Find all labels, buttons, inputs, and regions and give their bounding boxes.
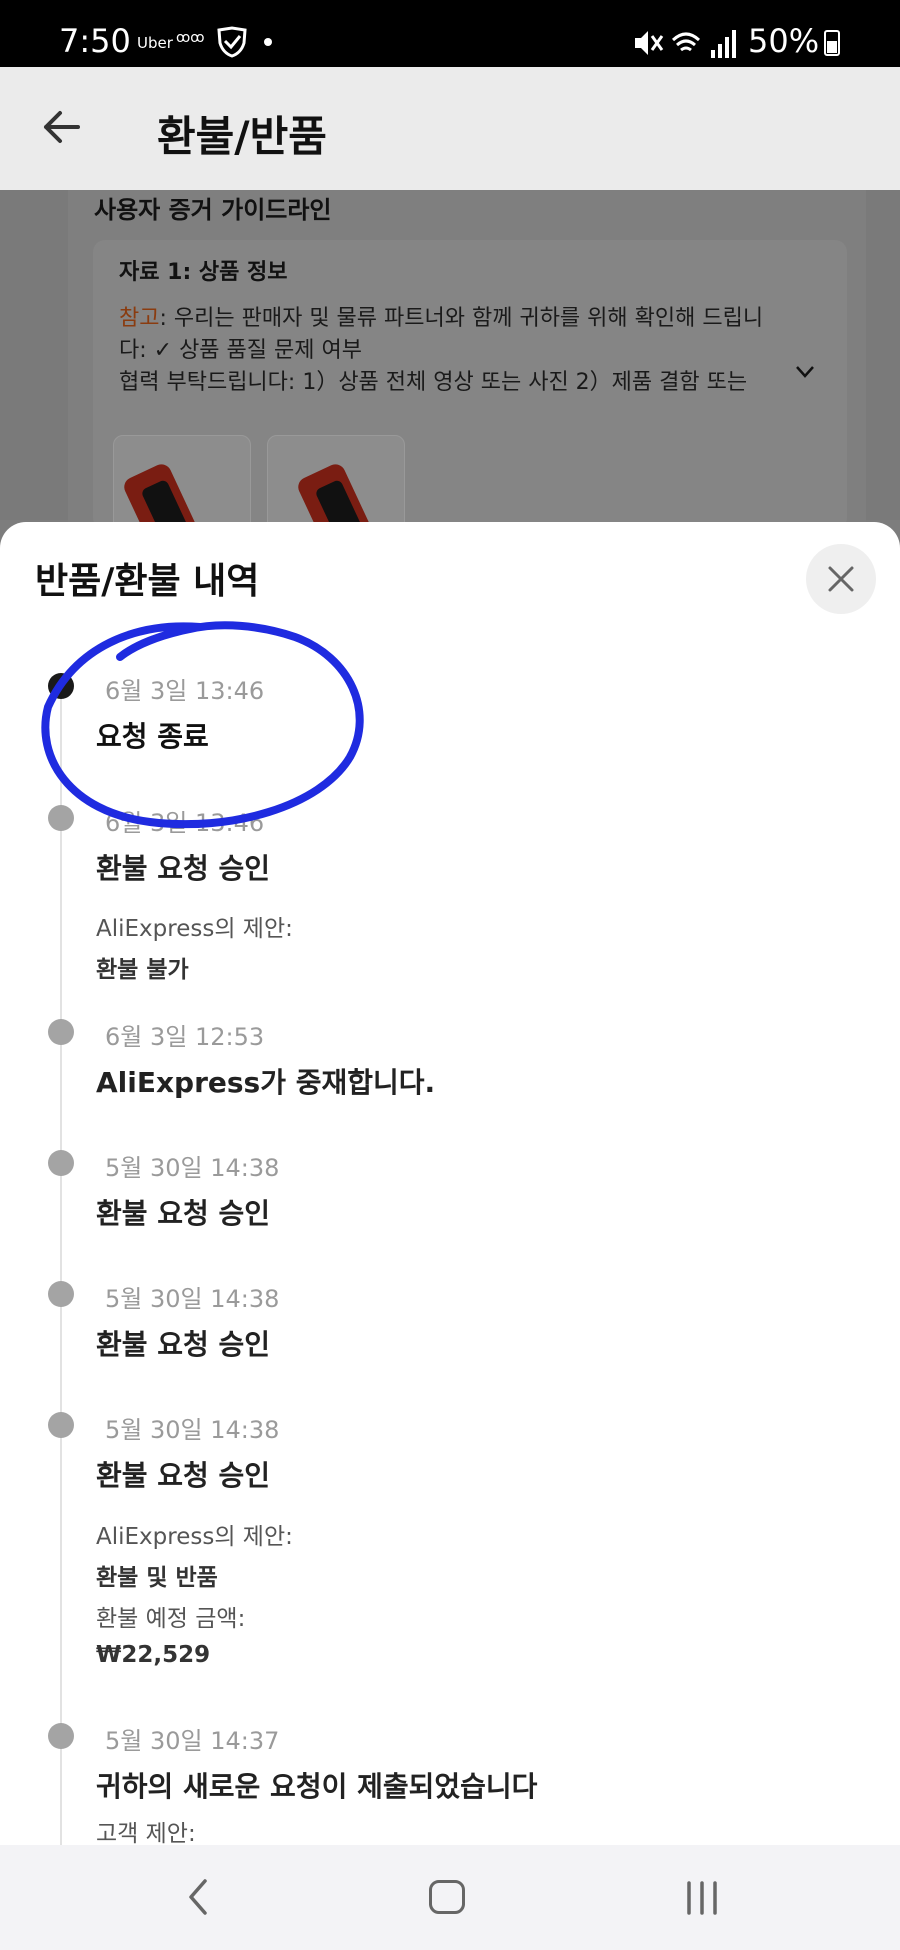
timeline-dot <box>48 1281 74 1307</box>
close-button[interactable] <box>806 544 876 614</box>
sheet-title: 반품/환불 내역 <box>35 561 260 602</box>
wifi-icon <box>671 32 701 52</box>
mute-icon <box>635 31 664 55</box>
shield-check-icon <box>215 26 249 62</box>
event-title: 환불 요청 승인 <box>96 1328 271 1361</box>
chevron-down-icon[interactable] <box>795 360 815 385</box>
nav-back-icon[interactable] <box>183 1877 213 1921</box>
timeline-dot <box>48 1150 74 1176</box>
battery-percent: 50% <box>748 22 820 60</box>
close-icon <box>828 566 854 592</box>
event-date: 5월 30일 14:38 <box>105 1416 280 1444</box>
signal-icon <box>711 30 736 58</box>
note-line-1: 참고: 우리는 판매자 및 물류 파트너와 함께 귀하를 위해 확인해 드립니 <box>119 300 763 332</box>
event-amount-value: ₩22,529 <box>96 1642 211 1668</box>
back-arrow-icon[interactable] <box>40 105 84 153</box>
system-nav-bar <box>0 1845 900 1950</box>
status-bar: 7:50 Uber ꝏꝏ 50% <box>0 0 900 67</box>
event-proposal-value: 환불 및 반품 <box>96 1565 218 1591</box>
evidence-guideline-heading: 사용자 증거 가이드라인 <box>94 196 332 224</box>
event-date: 5월 30일 14:37 <box>105 1727 280 1755</box>
battery-icon <box>824 30 840 56</box>
event-proposal-label: AliExpress의 제안: <box>96 1524 293 1550</box>
nav-home-icon[interactable] <box>429 1880 465 1914</box>
note-text-1: : 우리는 판매자 및 물류 파트너와 함께 귀하를 위해 확인해 드립니 <box>159 306 764 331</box>
refund-history-sheet: 반품/환불 내역 6월 3일 13:46 요청 종료 6월 3일 13:46 환… <box>0 522 900 1845</box>
timeline-dot <box>48 1019 74 1045</box>
event-date: 5월 30일 14:38 <box>105 1154 280 1182</box>
nav-recents-icon[interactable] <box>684 1880 720 1920</box>
product-info-title: 자료 1: 상품 정보 <box>119 260 288 285</box>
background-page: 사용자 증거 가이드라인 자료 1: 상품 정보 참고: 우리는 판매자 및 물… <box>0 190 900 577</box>
event-proposal-label: AliExpress의 제안: <box>96 916 293 942</box>
event-title: 귀하의 새로운 요청이 제출되었습니다 <box>96 1770 538 1803</box>
page-title: 환불/반품 <box>157 112 327 161</box>
note-label: 참고 <box>119 306 160 331</box>
event-date: 6월 3일 12:53 <box>105 1023 265 1051</box>
app-header: 환불/반품 <box>0 67 900 190</box>
event-title: 환불 요청 승인 <box>96 1459 271 1492</box>
note-line-3: 협력 부탁드립니다: 1）상품 전체 영상 또는 사진 2）제품 결함 또는 <box>119 370 748 395</box>
system-icons <box>633 26 743 64</box>
event-title: AliExpress가 중재합니다. <box>96 1066 436 1099</box>
event-title: 환불 요청 승인 <box>96 1197 271 1230</box>
timeline-dot <box>48 1723 74 1749</box>
timeline-line <box>60 682 62 1845</box>
note-line-2: 다: ✓ 상품 품질 문제 여부 <box>119 338 362 363</box>
notification-app-icon: ꝏꝏ <box>176 30 205 46</box>
uber-app-label: Uber <box>137 34 173 52</box>
timeline-dot <box>48 1412 74 1438</box>
event-amount-label: 환불 예정 금액: <box>96 1606 246 1632</box>
event-date: 5월 30일 14:38 <box>105 1285 280 1313</box>
annotation-circle <box>41 621 364 829</box>
event-proposal-value: 환불 불가 <box>96 957 189 983</box>
event-proposal-label: 고객 제안: <box>96 1821 196 1845</box>
status-time: 7:50 <box>59 22 131 60</box>
event-title: 환불 요청 승인 <box>96 852 271 885</box>
notification-dot <box>264 38 272 46</box>
